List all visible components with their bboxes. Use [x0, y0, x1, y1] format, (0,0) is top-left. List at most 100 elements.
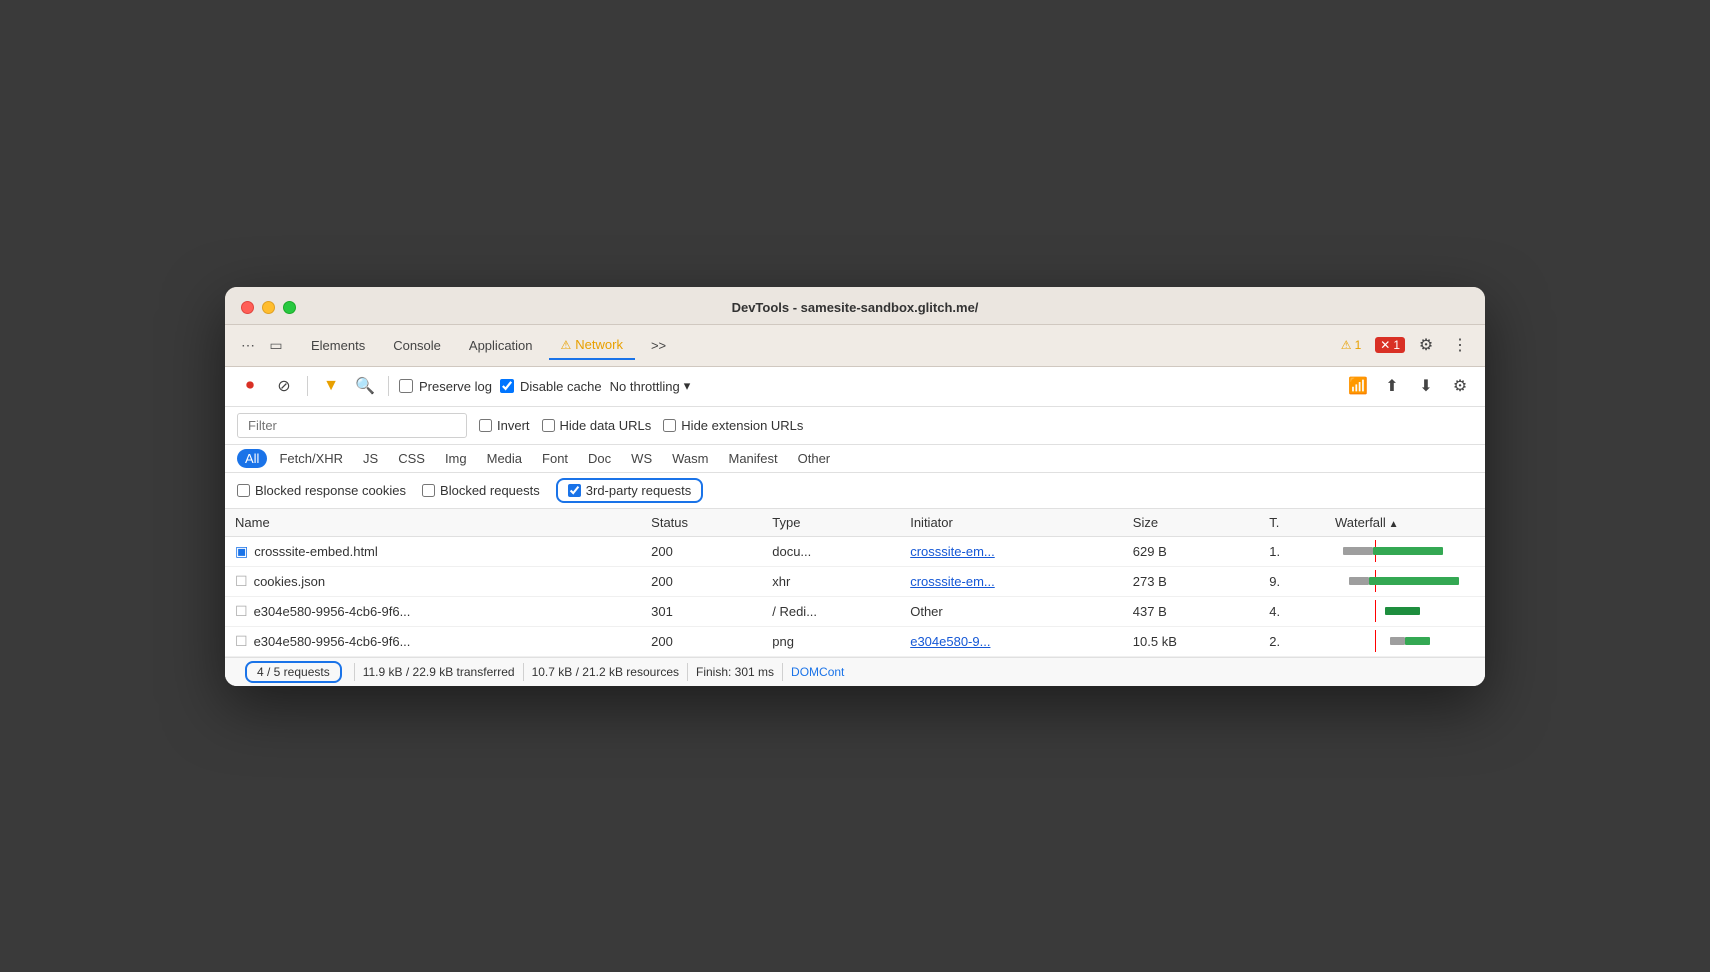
filter-input[interactable] [237, 413, 467, 438]
devtools-settings-icon[interactable]: ⚙ [1413, 332, 1439, 358]
table-row[interactable]: ▣ crosssite-embed.html 200 docu... cross… [225, 536, 1485, 566]
row4-initiator[interactable]: e304e580-9... [900, 626, 1123, 656]
clear-button[interactable]: ⊘ [271, 373, 297, 399]
type-btn-img[interactable]: Img [437, 449, 475, 468]
type-btn-ws[interactable]: WS [623, 449, 660, 468]
devtools-body: ⋯ ▭ Elements Console Application ⚠Networ… [225, 325, 1485, 686]
inspect-icon[interactable]: ⋯ [237, 334, 259, 356]
row1-waterfall [1325, 536, 1485, 566]
upload-icon[interactable]: ⬆ [1379, 373, 1405, 399]
stop-recording-button[interactable]: ⏺ [237, 373, 263, 399]
row4-status: 200 [641, 626, 762, 656]
throttle-select[interactable]: No throttling ▾ [610, 378, 691, 394]
tab-console[interactable]: Console [381, 332, 453, 359]
domcont-section: DOMCont [783, 663, 852, 681]
filter-icon[interactable]: ▼ [318, 373, 344, 399]
type-btn-other[interactable]: Other [790, 449, 839, 468]
close-button[interactable] [241, 301, 254, 314]
device-icon[interactable]: ▭ [265, 334, 287, 356]
blocked-response-cookies-label[interactable]: Blocked response cookies [237, 483, 406, 498]
col-size[interactable]: Size [1123, 509, 1259, 537]
type-btn-wasm[interactable]: Wasm [664, 449, 716, 468]
wifi-icon[interactable]: 📶 [1345, 373, 1371, 399]
tab-more[interactable]: >> [639, 332, 678, 359]
third-party-requests-checkbox[interactable] [568, 484, 581, 497]
type-btn-js[interactable]: JS [355, 449, 386, 468]
tab-application[interactable]: Application [457, 332, 545, 359]
row3-type: / Redi... [762, 596, 900, 626]
network-settings-icon[interactable]: ⚙ [1447, 373, 1473, 399]
requests-count: 4 / 5 requests [245, 661, 342, 683]
row4-name[interactable]: ☐ e304e580-9956-4cb6-9f6... [225, 626, 641, 656]
disable-cache-checkbox[interactable] [500, 379, 514, 393]
row4-size: 10.5 kB [1123, 626, 1259, 656]
col-time[interactable]: T. [1259, 509, 1325, 537]
disable-cache-label: Disable cache [520, 379, 602, 394]
disable-cache-group[interactable]: Disable cache [500, 379, 602, 394]
row1-initiator[interactable]: crosssite-em... [900, 536, 1123, 566]
hide-data-urls-label[interactable]: Hide data URLs [542, 418, 652, 433]
png-icon: ☐ [235, 633, 248, 650]
xhr-icon: ☐ [235, 573, 248, 590]
type-btn-fetch-xhr[interactable]: Fetch/XHR [271, 449, 351, 468]
toolbar-divider-2 [388, 376, 389, 396]
type-btn-css[interactable]: CSS [390, 449, 433, 468]
devtools-menu-icon[interactable]: ⋮ [1447, 332, 1473, 358]
doc-icon: ▣ [235, 543, 248, 560]
col-status[interactable]: Status [641, 509, 762, 537]
devtools-window: DevTools - samesite-sandbox.glitch.me/ ⋯… [225, 287, 1485, 686]
col-waterfall[interactable]: Waterfall [1325, 509, 1485, 537]
col-type[interactable]: Type [762, 509, 900, 537]
table-row[interactable]: ☐ e304e580-9956-4cb6-9f6... 301 / Redi..… [225, 596, 1485, 626]
blocked-requests-checkbox[interactable] [422, 484, 435, 497]
maximize-button[interactable] [283, 301, 296, 314]
row1-size: 629 B [1123, 536, 1259, 566]
row1-type: docu... [762, 536, 900, 566]
row2-name-text: cookies.json [254, 574, 326, 589]
type-btn-font[interactable]: Font [534, 449, 576, 468]
table-row[interactable]: ☐ cookies.json 200 xhr crosssite-em... 2… [225, 566, 1485, 596]
row1-name[interactable]: ▣ crosssite-embed.html [225, 536, 641, 566]
row4-time: 2. [1259, 626, 1325, 656]
download-icon[interactable]: ⬇ [1413, 373, 1439, 399]
title-bar: DevTools - samesite-sandbox.glitch.me/ [225, 287, 1485, 325]
invert-checkbox[interactable] [479, 419, 492, 432]
traffic-lights [241, 301, 296, 314]
third-party-requests-label[interactable]: 3rd-party requests [556, 478, 704, 503]
row1-time: 1. [1259, 536, 1325, 566]
hide-extension-urls-checkbox[interactable] [663, 419, 676, 432]
toolbar: ⏺ ⊘ ▼ 🔍 Preserve log Disable cache No th… [225, 367, 1485, 407]
row2-initiator[interactable]: crosssite-em... [900, 566, 1123, 596]
tab-elements[interactable]: Elements [299, 332, 377, 359]
type-btn-manifest[interactable]: Manifest [720, 449, 785, 468]
row4-type: png [762, 626, 900, 656]
row2-time: 9. [1259, 566, 1325, 596]
blocked-response-cookies-checkbox[interactable] [237, 484, 250, 497]
col-initiator[interactable]: Initiator [900, 509, 1123, 537]
col-name[interactable]: Name [225, 509, 641, 537]
row3-initiator: Other [900, 596, 1123, 626]
invert-label[interactable]: Invert [479, 418, 530, 433]
window-title: DevTools - samesite-sandbox.glitch.me/ [732, 300, 979, 315]
hide-data-urls-checkbox[interactable] [542, 419, 555, 432]
table-row[interactable]: ☐ e304e580-9956-4cb6-9f6... 200 png e304… [225, 626, 1485, 656]
tab-right-icons: ⚠ 1 ✕ 1 ⚙ ⋮ [1335, 332, 1473, 358]
hide-extension-urls-label[interactable]: Hide extension URLs [663, 418, 803, 433]
minimize-button[interactable] [262, 301, 275, 314]
preserve-log-group[interactable]: Preserve log [399, 379, 492, 394]
search-icon[interactable]: 🔍 [352, 373, 378, 399]
row2-size: 273 B [1123, 566, 1259, 596]
row3-name[interactable]: ☐ e304e580-9956-4cb6-9f6... [225, 596, 641, 626]
preserve-log-checkbox[interactable] [399, 379, 413, 393]
preserve-log-label: Preserve log [419, 379, 492, 394]
warning-badge: ⚠ 1 [1335, 336, 1367, 354]
status-bar: 4 / 5 requests 11.9 kB / 22.9 kB transfe… [225, 657, 1485, 686]
type-btn-media[interactable]: Media [479, 449, 530, 468]
requests-section: 4 / 5 requests [237, 663, 355, 681]
type-btn-doc[interactable]: Doc [580, 449, 619, 468]
type-btn-all[interactable]: All [237, 449, 267, 468]
resources-section: 10.7 kB / 21.2 kB resources [524, 663, 688, 681]
tab-network[interactable]: ⚠Network [549, 331, 635, 360]
row2-name[interactable]: ☐ cookies.json [225, 566, 641, 596]
blocked-requests-label[interactable]: Blocked requests [422, 483, 540, 498]
